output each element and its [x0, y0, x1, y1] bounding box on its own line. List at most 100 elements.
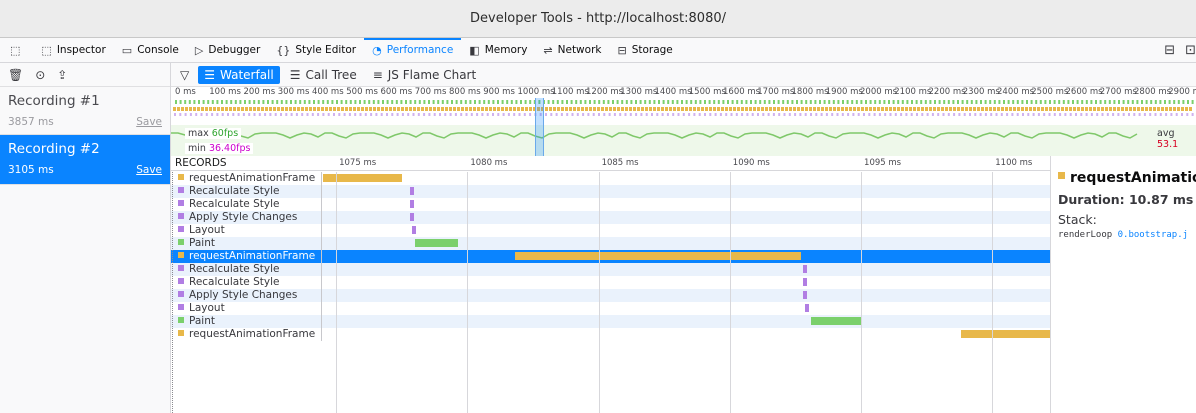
overview-ruler-label: 1100 ms — [551, 87, 589, 97]
marker-swatch — [178, 187, 184, 193]
view-tab-label: JS Flame Chart — [387, 67, 477, 82]
marker-bar[interactable] — [409, 200, 414, 208]
overview-ruler-label: 2000 ms — [860, 87, 898, 97]
tab-label: Inspector — [56, 44, 106, 56]
recording-item[interactable]: Recording #2 3105 ms Save — [0, 135, 170, 185]
overview-ruler-label: 400 ms — [312, 87, 344, 97]
marker-bar[interactable] — [960, 330, 1050, 338]
pick-element-button[interactable]: ⬚ — [0, 38, 33, 63]
tab-memory[interactable]: ◧ Memory — [461, 38, 535, 63]
marker-label: Apply Style Changes — [171, 289, 322, 302]
view-tab-call-tree[interactable]: ☰ Call Tree — [284, 66, 363, 84]
dock-options-icon[interactable]: ⊟ — [1164, 43, 1175, 58]
waterfall-row[interactable]: Apply Style Changes — [171, 211, 1050, 224]
record-icon[interactable]: ⊙ — [35, 68, 45, 82]
tab-performance[interactable]: ◔ Performance — [364, 37, 462, 63]
tab-storage[interactable]: ⊟ Storage — [609, 38, 680, 63]
waterfall-row[interactable]: Paint — [171, 237, 1050, 250]
details-marker-swatch — [1058, 172, 1065, 179]
tab-debugger[interactable]: ▷ Debugger — [187, 38, 268, 63]
view-tab-js-flame-chart[interactable]: ≡ JS Flame Chart — [367, 66, 483, 84]
waterfall-row[interactable]: Paint — [171, 315, 1050, 328]
waterfall-row[interactable]: Layout — [171, 224, 1050, 237]
overview-ruler-label: 2500 ms — [1031, 87, 1069, 97]
tab-label: Console — [137, 44, 179, 56]
view-tab-label: Call Tree — [305, 67, 357, 82]
details-title-text: requestAnimation — [1070, 170, 1196, 186]
waterfall-row[interactable]: Layout — [171, 302, 1050, 315]
inspector-icon: ⬚ — [41, 43, 52, 57]
marker-swatch — [178, 265, 184, 271]
marker-bar[interactable] — [409, 187, 414, 195]
overview-ruler-label: 700 ms — [414, 87, 447, 97]
waterfall-row[interactable]: Recalculate Style — [171, 185, 1050, 198]
overview-ruler-label: 900 ms — [483, 87, 515, 97]
marker-name: requestAnimationFrame — [189, 172, 316, 184]
settings-icon[interactable]: ⊡ — [1185, 43, 1196, 58]
tab-inspector[interactable]: ⬚ Inspector — [33, 38, 113, 63]
import-icon[interactable]: ⇪ — [57, 68, 67, 82]
waterfall-icon: ☰ — [204, 67, 215, 82]
devtools-toolbar: ⬚ ⬚ Inspector ▭ Console ▷ Debugger {} Style Edi… — [0, 37, 1196, 63]
marker-label: Layout — [171, 302, 322, 315]
overview-selection[interactable] — [535, 98, 544, 156]
waterfall-row[interactable]: Recalculate Style — [171, 276, 1050, 289]
marker-label: Layout — [171, 224, 322, 237]
stack-frame[interactable]: renderLoop 0.bootstrap.j — [1058, 230, 1196, 240]
marker-bar[interactable] — [412, 226, 417, 234]
pick-element-icon: ⬚ — [10, 43, 21, 57]
marker-bar[interactable] — [803, 278, 808, 286]
marker-swatch — [178, 174, 184, 180]
tab-console[interactable]: ▭ Console — [114, 38, 187, 63]
waterfall-gridline — [992, 172, 994, 413]
waterfall-gridline — [598, 172, 600, 413]
marker-swatch — [178, 200, 184, 206]
waterfall-row[interactable]: Recalculate Style — [171, 198, 1050, 211]
marker-bar[interactable] — [414, 239, 459, 247]
marker-label: Paint — [171, 237, 322, 250]
waterfall-row[interactable]: requestAnimationFrame — [171, 328, 1050, 341]
waterfall-row[interactable]: requestAnimationFrame — [171, 250, 1050, 263]
recordings-sidebar: 🗑 ⊙ ⇪ Recording #1 3857 ms Save Recording #… — [0, 63, 171, 413]
overview-ruler-label: 2900 ms — [1168, 87, 1196, 97]
stack-function: renderLoop — [1058, 230, 1113, 240]
recording-item[interactable]: Recording #1 3857 ms Save — [0, 87, 170, 135]
call-tree-icon: ☰ — [289, 67, 301, 82]
overview-graphs[interactable]: 0 ms 100 ms 200 ms 300 ms 400 ms 500 ms 600 ms… — [171, 87, 1196, 156]
marker-bar[interactable] — [811, 317, 862, 325]
marker-bar[interactable] — [409, 213, 414, 221]
marker-bar[interactable] — [804, 304, 809, 312]
filter-icon[interactable]: ▽ — [180, 68, 189, 82]
clear-recordings-icon[interactable]: 🗑 — [8, 68, 23, 82]
waterfall-row[interactable]: Apply Style Changes — [171, 289, 1050, 302]
marker-bar[interactable] — [803, 265, 808, 273]
details-duration: Duration: 10.87 ms — [1058, 192, 1194, 207]
save-recording-link[interactable]: Save — [136, 164, 162, 176]
overview-ruler-label: 1300 ms — [620, 87, 658, 97]
window-title: Developer Tools - http://localhost:8080/ — [470, 11, 726, 26]
performance-main: ▽ ☰ Waterfall ☰ Call Tree ≡ JS Flame Chart 0 … — [171, 63, 1196, 413]
stack-source-link[interactable]: 0.bootstrap.j — [1118, 230, 1188, 240]
fps-max-label: max 60fps — [185, 128, 242, 139]
waterfall-row[interactable]: Recalculate Style — [171, 263, 1050, 276]
marker-name: Layout — [189, 302, 225, 314]
waterfall-row[interactable]: requestAnimationFrame — [171, 172, 1050, 185]
marker-name: Recalculate Style — [189, 276, 280, 288]
save-recording-link[interactable]: Save — [136, 116, 162, 128]
tab-network[interactable]: ⇌ Network — [535, 38, 609, 63]
overview-ruler-label: 300 ms — [277, 87, 310, 97]
tab-style-editor[interactable]: {} Style Editor — [268, 38, 364, 63]
waterfall-tick-label: 1085 ms — [601, 158, 639, 168]
waterfall-rows: requestAnimationFrame Recalculate Style Re… — [171, 172, 1050, 413]
debugger-icon: ▷ — [194, 43, 204, 57]
marker-label: requestAnimationFrame — [171, 328, 322, 341]
view-tab-list: ☰ Waterfall ☰ Call Tree ≡ JS Flame Chart — [198, 65, 486, 84]
marker-bar[interactable] — [803, 291, 808, 299]
overview-ruler-label: 200 ms — [243, 87, 276, 97]
view-tab-waterfall[interactable]: ☰ Waterfall — [198, 65, 280, 84]
marker-bar[interactable] — [514, 252, 801, 260]
records-header: RECORDS — [175, 157, 227, 169]
tab-label: Storage — [631, 44, 673, 56]
marker-bar[interactable] — [323, 174, 402, 182]
details-title: requestAnimation — [1058, 170, 1196, 186]
